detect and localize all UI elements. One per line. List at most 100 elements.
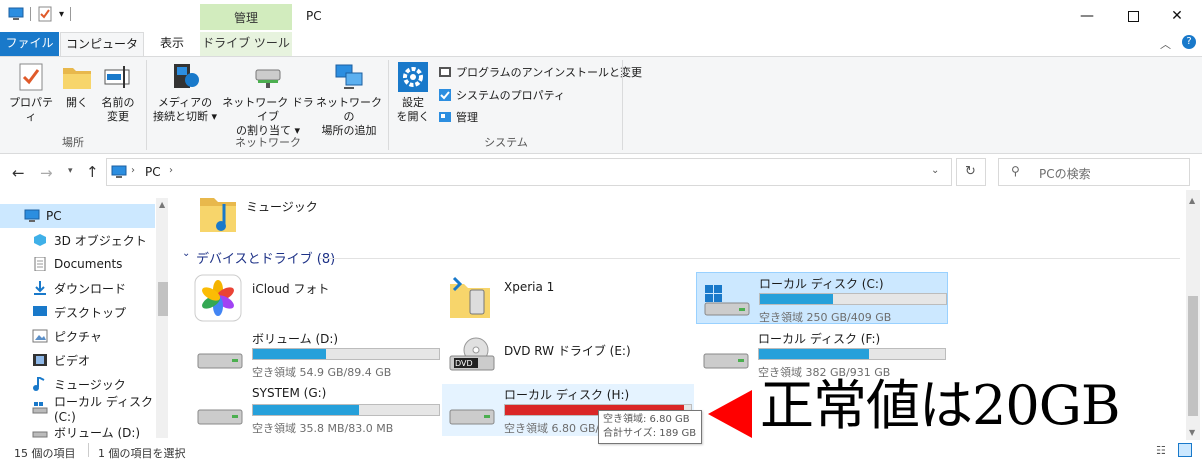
- tree-item-pc[interactable]: PC: [0, 204, 155, 228]
- computer-icon: [111, 165, 127, 178]
- music-folder-label[interactable]: ミュージック: [246, 198, 318, 215]
- details-view-icon[interactable]: ☷: [1156, 444, 1166, 457]
- tree-item-downloads[interactable]: ダウンロード: [0, 276, 155, 300]
- settings-label-1: 設定: [402, 96, 424, 109]
- download-icon: [34, 281, 46, 295]
- search-box[interactable]: ⚲ PCの検索: [998, 158, 1190, 186]
- properties-check-icon[interactable]: [37, 6, 53, 22]
- open-settings-button[interactable]: 設定 を開く: [394, 62, 432, 124]
- media-label-1: メディアの: [157, 96, 213, 109]
- drive-free-space: 空き領域 250 GB/409 GB: [759, 311, 892, 324]
- settings-label-2: を開く: [396, 110, 430, 123]
- tree-item-videos[interactable]: ビデオ: [0, 348, 155, 372]
- scroll-up-icon[interactable]: ▲: [159, 200, 165, 209]
- address-bar[interactable]: › PC › ⌄: [106, 158, 952, 186]
- help-icon[interactable]: ?: [1182, 35, 1196, 49]
- recent-locations-icon[interactable]: ▾: [68, 166, 73, 176]
- tiles-view-icon[interactable]: [1178, 443, 1192, 457]
- open-button[interactable]: 開く: [58, 62, 96, 110]
- uninstall-icon: [439, 67, 451, 77]
- properties-label: プロパティ: [9, 96, 53, 123]
- manage-label: 管理: [456, 111, 478, 124]
- system-properties-button[interactable]: システムのプロパティ: [438, 85, 565, 105]
- close-button[interactable]: ✕: [1154, 0, 1200, 32]
- system-properties-label: システムのプロパティ: [456, 89, 566, 102]
- uninstall-label: プログラムのアンインストールと変更: [456, 66, 643, 79]
- music-folder-icon[interactable]: [198, 192, 238, 236]
- rename-button[interactable]: 名前の 変更: [96, 62, 140, 124]
- svg-text:DVD: DVD: [455, 359, 473, 368]
- map-network-drive-button[interactable]: ネットワーク ドライブ の割り当て ▾: [220, 62, 316, 138]
- qat-divider: [30, 7, 31, 21]
- qat-dropdown-icon[interactable]: ▾: [59, 9, 64, 20]
- drive-name: ローカル ディスク (F:): [758, 332, 881, 346]
- tree-item-documents[interactable]: Documents: [0, 252, 155, 276]
- device-xperia[interactable]: Xperia 1: [442, 272, 694, 324]
- navigation-scrollbar[interactable]: [156, 198, 168, 438]
- tree-item-pictures[interactable]: ピクチャ: [0, 324, 155, 348]
- tree-label: ピクチャ: [54, 329, 102, 344]
- back-arrow-icon[interactable]: ←: [12, 164, 25, 182]
- tree-item-3d-objects[interactable]: 3D オブジェクト: [0, 228, 155, 252]
- ribbon-separator: [146, 60, 147, 150]
- device-icloud-photos[interactable]: iCloud フォト: [190, 272, 442, 324]
- breadcrumb-chevron-icon[interactable]: ›: [169, 165, 173, 176]
- drive-icon: [32, 431, 48, 438]
- drive-d[interactable]: ボリューム (D:) 空き領域 54.9 GB/89.4 GB: [190, 328, 442, 380]
- drive-c[interactable]: ローカル ディスク (C:) 空き領域 250 GB/409 GB: [696, 272, 948, 324]
- forward-arrow-icon[interactable]: →: [40, 164, 53, 182]
- tab-file[interactable]: ファイル: [0, 32, 59, 56]
- selected-count: 1 個の項目を選択: [98, 447, 186, 460]
- tab-computer[interactable]: コンピューター: [60, 32, 144, 73]
- address-dropdown-icon[interactable]: ⌄: [931, 165, 939, 176]
- scroll-down-icon[interactable]: ▼: [1189, 428, 1195, 437]
- drive-icon: [449, 409, 495, 425]
- section-header[interactable]: デバイスとドライブ (8): [196, 248, 335, 267]
- phone-folder-icon: [450, 276, 490, 318]
- tree-item-desktop[interactable]: デスクトップ: [0, 300, 155, 324]
- tree-label: ボリューム (D:): [54, 425, 141, 440]
- media-label-2: 接続と切断 ▾: [152, 110, 218, 123]
- drive-e[interactable]: DVD DVD RW ドライブ (E:): [442, 328, 694, 380]
- drive-usage-fill: [253, 349, 326, 359]
- properties-button[interactable]: プロパティ: [6, 62, 56, 124]
- music-note-icon: [33, 377, 45, 391]
- up-arrow-icon[interactable]: ↑: [86, 163, 99, 181]
- document-icon: [34, 257, 46, 271]
- computer-icon: [24, 209, 40, 222]
- tab-view[interactable]: 表示: [144, 32, 200, 56]
- tree-label: ビデオ: [54, 353, 91, 368]
- status-bar: 15 個の項目 1 個の項目を選択 ☷: [0, 440, 1202, 463]
- minimize-button[interactable]: —: [1064, 0, 1110, 32]
- maximize-button[interactable]: [1110, 0, 1156, 32]
- drive-free-space: 空き領域 35.8 MB/83.0 MB: [252, 422, 394, 435]
- group-label-network: ネットワーク: [235, 136, 301, 149]
- navigation-scroll-thumb[interactable]: [158, 282, 168, 316]
- drive-name: ローカル ディスク (C:): [759, 277, 884, 291]
- tree-label: ダウンロード: [54, 281, 127, 296]
- scroll-up-icon[interactable]: ▲: [1189, 196, 1195, 205]
- drive-name: ボリューム (D:): [252, 332, 339, 346]
- tooltip-free: 空き領域: 6.80 GB: [603, 414, 690, 425]
- uninstall-button[interactable]: プログラムのアンインストールと変更: [438, 62, 642, 82]
- content-scroll-thumb[interactable]: [1188, 296, 1198, 416]
- manage-icon: [439, 112, 451, 122]
- computer-icon[interactable]: [8, 6, 24, 22]
- section-collapse-icon[interactable]: ⌄: [182, 248, 190, 259]
- network-drive-icon: [252, 62, 284, 92]
- drive-tooltip: 空き領域: 6.80 GB 合計サイズ: 189 GB: [598, 410, 702, 444]
- drive-g[interactable]: SYSTEM (G:) 空き領域 35.8 MB/83.0 MB: [190, 384, 442, 436]
- collapse-ribbon-icon[interactable]: ︿: [1160, 36, 1171, 52]
- breadcrumb-pc[interactable]: PC: [145, 165, 161, 179]
- manage-button[interactable]: 管理: [438, 107, 478, 127]
- rename-icon: [102, 62, 134, 92]
- settings-gear-icon: [397, 62, 429, 92]
- tree-item-drive-c[interactable]: ローカル ディスク (C:): [0, 395, 155, 424]
- tab-drive-tools[interactable]: ドライブ ツール: [200, 32, 292, 56]
- drive-name: SYSTEM (G:): [252, 386, 327, 400]
- refresh-button[interactable]: ↻: [956, 158, 986, 186]
- tree-label: PC: [46, 209, 62, 223]
- breadcrumb-chevron-icon[interactable]: ›: [131, 165, 135, 176]
- media-connect-button[interactable]: メディアの 接続と切断 ▾: [150, 62, 220, 124]
- add-network-location-button[interactable]: ネットワークの 場所の追加: [316, 62, 382, 138]
